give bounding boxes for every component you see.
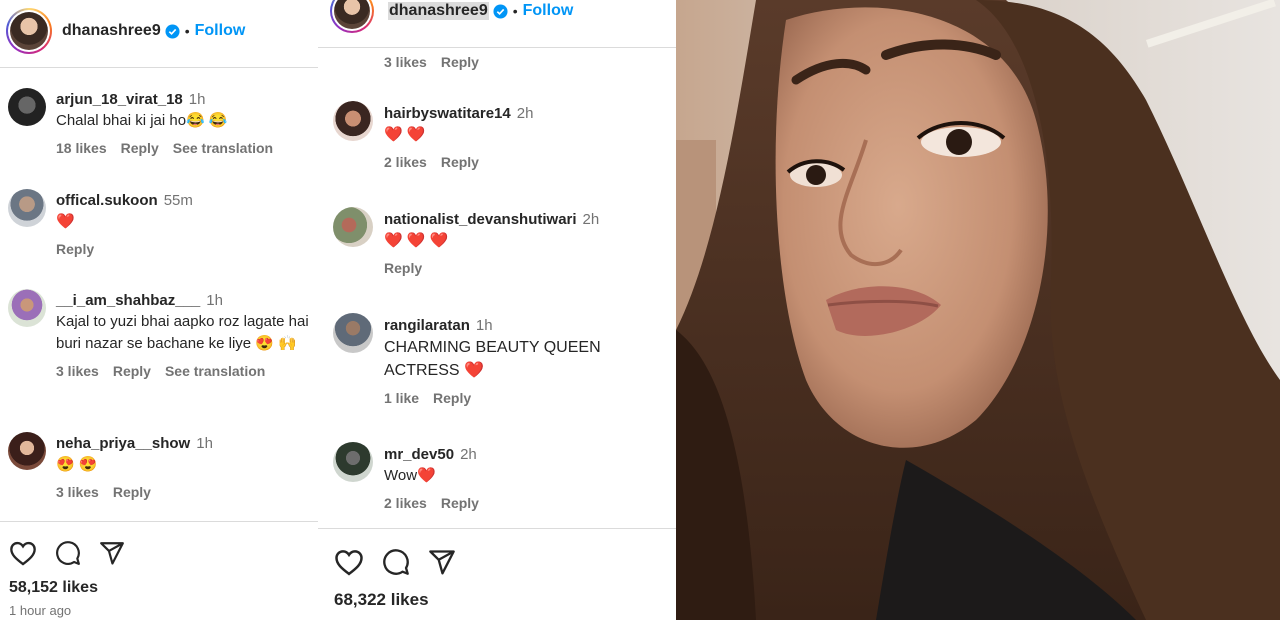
commenter-avatar[interactable] <box>333 313 373 353</box>
commenter-avatar[interactable] <box>333 207 373 247</box>
comment-text: CHARMING BEAUTY QUEEN ACTRESS ❤️ <box>384 339 601 379</box>
comment-username[interactable]: arjun_18_virat_18 <box>56 91 183 108</box>
comment-icon[interactable] <box>55 540 81 566</box>
author-avatar[interactable] <box>330 0 374 33</box>
comment-time[interactable]: 1h <box>189 91 206 108</box>
selfie-photo <box>676 0 1280 620</box>
reply-button[interactable]: Reply <box>441 154 479 170</box>
reply-button[interactable]: Reply <box>121 140 159 156</box>
comment-time[interactable]: 1h <box>476 317 493 334</box>
heart-icon[interactable] <box>334 548 364 576</box>
divider <box>318 528 676 529</box>
comment-username[interactable]: rangilaratan <box>384 317 470 334</box>
heart-icon[interactable] <box>9 540 37 566</box>
see-translation-button[interactable]: See translation <box>165 363 265 379</box>
comment-icon[interactable] <box>382 548 410 576</box>
separator-dot: • <box>512 3 518 19</box>
comment-text: Chalal bhai ki jai ho😂 😂 <box>56 112 228 129</box>
comment-text: 😍 😍 <box>56 456 98 473</box>
post-actions <box>9 540 125 566</box>
reply-button[interactable]: Reply <box>113 484 151 500</box>
comment-time[interactable]: 2h <box>583 211 600 228</box>
share-icon[interactable] <box>99 540 125 566</box>
likes-count[interactable]: 58,152 likes <box>9 579 98 597</box>
likes-count[interactable]: 68,322 likes <box>334 590 429 610</box>
author-username[interactable]: dhanashree9 <box>62 22 161 40</box>
comment-likes[interactable]: 3 likes <box>384 54 427 70</box>
comment-time[interactable]: 1h <box>196 435 213 452</box>
comment-username[interactable]: offical.sukoon <box>56 192 158 209</box>
comment-text: Wow❤️ <box>384 467 436 484</box>
comment-likes[interactable]: 3 likes <box>56 484 99 500</box>
comment-likes[interactable]: 2 likes <box>384 495 427 511</box>
verified-icon <box>493 3 508 19</box>
comment-likes[interactable]: 3 likes <box>56 363 99 379</box>
reply-button[interactable]: Reply <box>441 54 479 70</box>
post-header: dhanashree9 • Follow <box>6 8 318 54</box>
share-icon[interactable] <box>428 548 456 576</box>
comment-text: ❤️ ❤️ <box>384 126 426 143</box>
comment-text: Kajal to yuzi bhai aapko roz lagate hai … <box>56 313 309 352</box>
reply-button[interactable]: Reply <box>56 241 94 257</box>
follow-button[interactable]: Follow <box>195 22 246 40</box>
comment-time[interactable]: 2h <box>517 105 534 122</box>
comment-username[interactable]: hairbyswatitare14 <box>384 105 511 122</box>
post-comments-panel-left: dhanashree9 • Follow arjun_18_virat_18 1h… <box>0 0 318 620</box>
commenter-avatar[interactable] <box>8 189 46 227</box>
divider <box>0 67 318 68</box>
comment-time[interactable]: 1h <box>206 292 223 309</box>
reply-button[interactable]: Reply <box>433 390 471 406</box>
comment-likes[interactable]: 1 like <box>384 390 419 406</box>
reply-button[interactable]: Reply <box>441 495 479 511</box>
post-timestamp[interactable]: 1 hour ago <box>9 603 71 618</box>
reply-button[interactable]: Reply <box>384 260 422 276</box>
comment-time[interactable]: 2h <box>460 446 477 463</box>
post-comments-panel-right: dhanashree9 • Follow 3 likes Reply hairb… <box>318 0 676 620</box>
commenter-avatar[interactable] <box>8 289 46 327</box>
separator-dot: • <box>184 23 190 39</box>
comment-time[interactable]: 55m <box>164 192 193 209</box>
divider <box>0 521 318 522</box>
comment-likes[interactable]: 18 likes <box>56 140 107 156</box>
comment-text: ❤️ <box>56 213 75 230</box>
comment-likes[interactable]: 2 likes <box>384 154 427 170</box>
commenter-avatar[interactable] <box>8 88 46 126</box>
divider <box>318 47 676 48</box>
follow-button[interactable]: Follow <box>523 2 574 20</box>
post-actions <box>334 548 456 576</box>
post-header: dhanashree9 • Follow <box>330 0 676 34</box>
author-username[interactable]: dhanashree9 <box>388 2 489 20</box>
verified-icon <box>165 23 180 39</box>
comment-username[interactable]: mr_dev50 <box>384 446 454 463</box>
comment-username[interactable]: nationalist_devanshutiwari <box>384 211 577 228</box>
comment-text: ❤️ ❤️ ❤️ <box>384 232 449 249</box>
author-avatar[interactable] <box>6 8 52 54</box>
commenter-avatar[interactable] <box>8 432 46 470</box>
reply-button[interactable]: Reply <box>113 363 151 379</box>
see-translation-button[interactable]: See translation <box>173 140 273 156</box>
commenter-avatar[interactable] <box>333 101 373 141</box>
comment-username[interactable]: __i_am_shahbaz___ <box>56 292 200 309</box>
comment-meta: 3 likes Reply <box>384 54 479 70</box>
commenter-avatar[interactable] <box>333 442 373 482</box>
post-photo[interactable] <box>676 0 1280 620</box>
comment-username[interactable]: neha_priya__show <box>56 435 190 452</box>
